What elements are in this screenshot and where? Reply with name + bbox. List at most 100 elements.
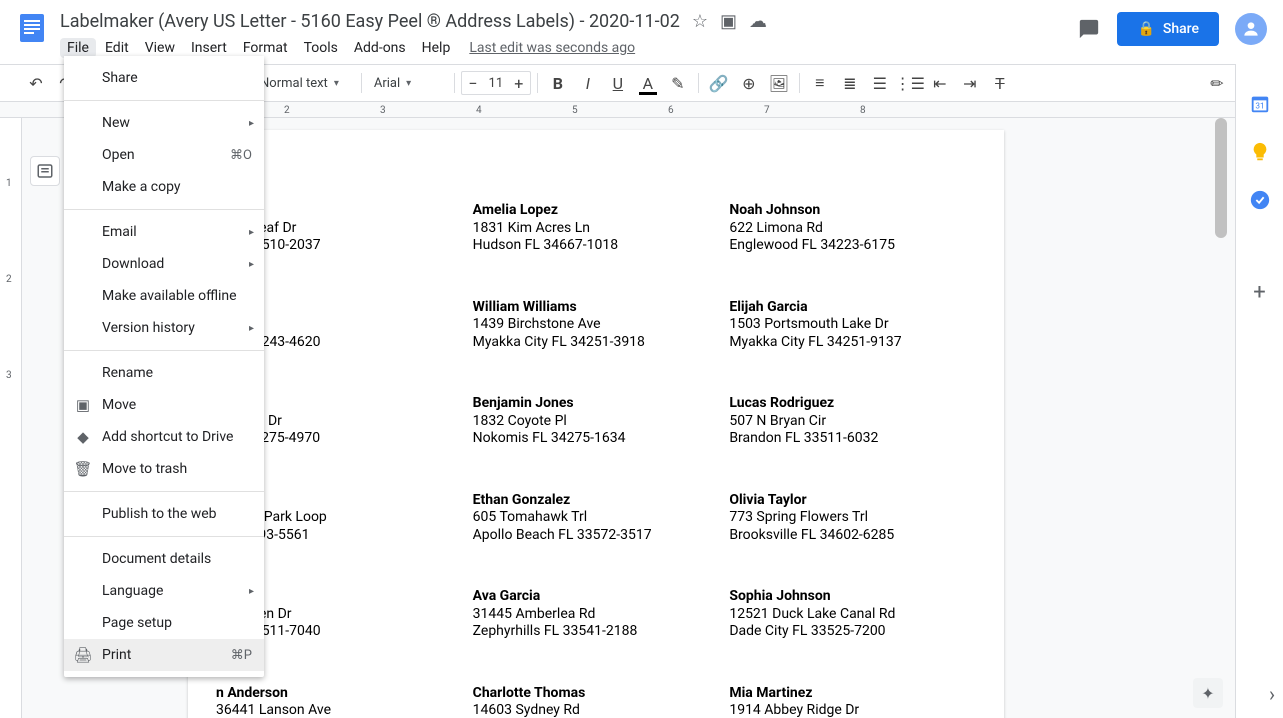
vertical-ruler[interactable]: 123 [0, 118, 22, 718]
address-label[interactable]: Noah Johnson622 Limona RdEnglewood FL 34… [729, 202, 976, 255]
file-menu-dropdown: Share NewOpen⌘O Make a copy Email Download Ma… [64, 56, 264, 677]
menu-item-language[interactable]: Language [64, 575, 264, 607]
document-page[interactable]: SmithPalm Leaf Drn FL 33510-2037Amelia L… [188, 130, 1004, 718]
menu-insert[interactable]: Insert [184, 38, 234, 58]
menu-item-label: Add shortcut to Drive [102, 429, 233, 445]
address-label[interactable]: Benjamin Jones1832 Coyote PlNokomis FL 3… [473, 395, 720, 448]
get-addons-button[interactable]: + [1248, 280, 1272, 304]
address-label[interactable]: Sophia Johnson12521 Duck Lake Canal RdDa… [729, 588, 976, 641]
menu-format[interactable]: Format [236, 38, 295, 58]
fontsize-input[interactable]: 11 [484, 76, 508, 91]
address-label[interactable]: Ava Garcia31445 Amberlea RdZephyrhills F… [473, 588, 720, 641]
menu-item-email[interactable]: Email [64, 216, 264, 248]
decrease-fontsize-button[interactable]: − [462, 72, 484, 94]
share-label: Share [1163, 21, 1199, 37]
image-button[interactable]: 🖼 [765, 69, 793, 97]
italic-button[interactable]: I [574, 69, 602, 97]
move-icon: ▣ [74, 396, 92, 414]
menu-tools[interactable]: Tools [297, 38, 345, 58]
clear-format-button[interactable]: T [986, 69, 1014, 97]
highlight-button[interactable]: ✎ [664, 69, 692, 97]
menu-item-publish-to-the-web[interactable]: Publish to the web [64, 498, 264, 530]
address-label[interactable]: Lucas Rodriguez507 N Bryan CirBrandon FL… [729, 395, 976, 448]
menu-separator [64, 100, 264, 101]
menu-edit[interactable]: Edit [98, 38, 136, 58]
menu-item-download[interactable]: Download [64, 248, 264, 280]
address-label[interactable]: Mia Martinez1914 Abbey Ridge Dr [729, 685, 976, 718]
menu-item-move[interactable]: ▣Move [64, 389, 264, 421]
menu-item-add-shortcut-to-drive[interactable]: ◆ Add shortcut to Drive [64, 421, 264, 453]
menu-item-label: Make available offline [102, 288, 237, 304]
numbered-list-button[interactable]: ☰ [866, 69, 894, 97]
vertical-scrollbar[interactable] [1215, 118, 1227, 718]
menu-item-make-available-offline[interactable]: Make available offline [64, 280, 264, 312]
explore-button[interactable]: ✦ [1193, 678, 1223, 708]
menu-item-new[interactable]: New [64, 107, 264, 139]
text-color-button[interactable]: A [634, 69, 662, 97]
menu-item-label: Print [102, 647, 131, 663]
cloud-status-icon: ☁ [749, 11, 767, 32]
menu-item-label: Email [102, 224, 137, 240]
menu-help[interactable]: Help [415, 38, 458, 58]
bold-button[interactable]: B [544, 69, 572, 97]
docs-logo-icon[interactable] [12, 8, 52, 48]
indent-button[interactable]: ⇥ [956, 69, 984, 97]
undo-button[interactable]: ↶ [22, 69, 50, 97]
move-folder-icon[interactable]: ▣ [720, 11, 737, 32]
address-label[interactable]: William Williams1439 Birchstone AveMyakk… [473, 299, 720, 352]
menu-item-page-setup[interactable]: Page setup [64, 607, 264, 639]
address-label[interactable]: Ethan Gonzalez605 Tomahawk TrlApollo Bea… [473, 492, 720, 545]
menu-item-open[interactable]: Open⌘O [64, 139, 264, 171]
outdent-button[interactable]: ⇤ [926, 69, 954, 97]
keep-addon-icon[interactable] [1248, 140, 1272, 164]
menu-item-label: Make a copy [102, 179, 181, 195]
link-button[interactable]: 🔗 [705, 69, 733, 97]
menu-item-version-history[interactable]: Version history [64, 312, 264, 344]
address-label[interactable]: Olivia Taylor773 Spring Flowers TrlBrook… [729, 492, 976, 545]
menu-item-label: Document details [102, 551, 211, 567]
editing-mode-button[interactable]: ✏ [1203, 69, 1231, 97]
avatar[interactable] [1235, 13, 1267, 45]
menu-item-rename[interactable]: Rename [64, 357, 264, 389]
calendar-addon-icon[interactable]: 31 [1248, 92, 1272, 116]
document-outline-button[interactable] [30, 156, 60, 186]
font-family-select[interactable]: Arial [368, 71, 448, 95]
paragraph-style-select[interactable]: Normal text [254, 71, 355, 95]
increase-fontsize-button[interactable]: + [508, 72, 530, 94]
menu-item-document-details[interactable]: Document details [64, 543, 264, 575]
menu-item-share[interactable]: Share [64, 62, 264, 94]
address-label[interactable]: Amelia Lopez1831 Kim Acres LnHudson FL 3… [473, 202, 720, 255]
menu-add-ons[interactable]: Add-ons [347, 38, 413, 58]
line-spacing-button[interactable]: ≣ [836, 69, 864, 97]
address-label[interactable]: Charlotte Thomas14603 Sydney Rd [473, 685, 720, 718]
menu-item-move-to-trash[interactable]: 🗑Move to trash [64, 453, 264, 485]
star-icon[interactable]: ☆ [692, 11, 708, 32]
menu-item-label: Move to trash [102, 461, 187, 477]
lock-icon: 🔒 [1137, 21, 1154, 37]
last-edit-link[interactable]: Last edit was seconds ago [469, 40, 635, 56]
menu-file[interactable]: File [60, 38, 96, 58]
menu-separator [64, 350, 264, 351]
vruler-tick: 1 [6, 178, 12, 189]
align-button[interactable]: ≡ [806, 69, 834, 97]
menu-item-label: Page setup [102, 615, 172, 631]
comment-history-icon[interactable] [1077, 17, 1101, 41]
underline-button[interactable]: U [604, 69, 632, 97]
menu-shortcut: ⌘O [230, 148, 252, 163]
side-panel: 31 + [1235, 64, 1283, 718]
tasks-addon-icon[interactable] [1248, 188, 1272, 212]
address-label[interactable]: n Anderson36441 Lanson Ave [216, 685, 463, 718]
vruler-tick: 3 [6, 370, 12, 381]
comment-button[interactable]: ⊕ [735, 69, 763, 97]
ruler-tick: 3 [380, 102, 386, 118]
ruler-tick: 2 [284, 102, 290, 118]
menu-item-print[interactable]: 🖨Print⌘P [64, 639, 264, 671]
address-label[interactable]: Elijah Garcia1503 Portsmouth Lake DrMyak… [729, 299, 976, 352]
side-panel-toggle[interactable]: › [1269, 682, 1275, 706]
bulleted-list-button[interactable]: ⋮☰ [896, 69, 924, 97]
drive-icon: ◆ [74, 428, 92, 446]
share-button[interactable]: 🔒 Share [1117, 12, 1219, 46]
menu-item-make-a-copy[interactable]: Make a copy [64, 171, 264, 203]
doc-title[interactable]: Labelmaker (Avery US Letter - 5160 Easy … [60, 11, 680, 32]
menu-view[interactable]: View [138, 38, 182, 58]
